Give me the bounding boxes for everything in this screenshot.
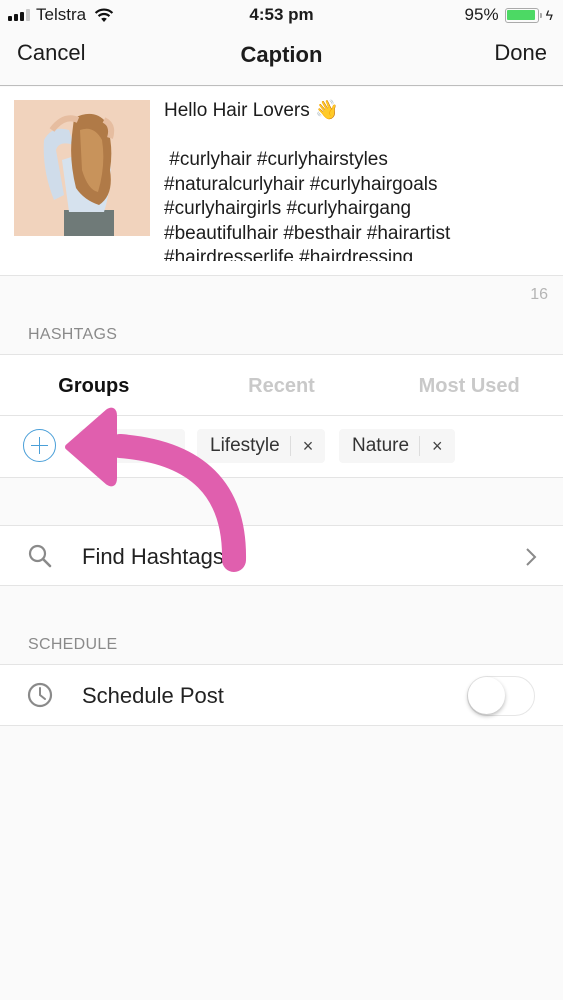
status-right: 95% ϟ (465, 5, 553, 25)
character-count: 16 (530, 286, 548, 303)
add-group-button[interactable] (23, 429, 56, 462)
hashtags-section-header: HASHTAGS (28, 326, 118, 343)
chip-label: Nature (339, 436, 421, 456)
battery-tip (539, 12, 542, 18)
hashtag-group-chip[interactable]: Nature × (339, 429, 455, 463)
schedule-post-toggle[interactable] (467, 676, 535, 716)
schedule-post-row: Schedule Post (0, 664, 563, 726)
remove-chip-icon[interactable]: × (291, 436, 326, 457)
cancel-button[interactable]: Cancel (17, 40, 85, 66)
find-hashtags-label: Find Hashtags (82, 544, 224, 569)
battery-fill (507, 10, 535, 20)
toggle-knob (468, 677, 505, 714)
charging-bolt-icon: ϟ (545, 7, 553, 23)
hashtag-groups-row: Lifestyle × Nature × (0, 416, 563, 478)
caption-input[interactable]: Hello Hair Lovers 👋 #curlyhair #curlyhai… (164, 99, 554, 261)
caption-editor: Hello Hair Lovers 👋 #curlyhair #curlyhai… (0, 87, 563, 276)
hashtag-tabs: Groups Recent Most Used (0, 354, 563, 416)
post-thumbnail[interactable] (14, 100, 150, 236)
chevron-right-icon (526, 548, 537, 566)
done-button[interactable]: Done (494, 40, 547, 66)
chip-label: Lifestyle (197, 436, 291, 456)
find-hashtags-row[interactable]: Find Hashtags (0, 525, 563, 586)
nav-bar: Cancel Caption Done (0, 30, 563, 86)
schedule-post-label: Schedule Post (82, 683, 224, 708)
search-icon (28, 544, 52, 568)
tab-recent[interactable]: Recent (188, 355, 376, 415)
hashtag-group-chip-hidden[interactable] (79, 429, 185, 463)
tab-groups[interactable]: Groups (0, 355, 188, 415)
schedule-section-header: SCHEDULE (28, 636, 118, 653)
hashtag-group-chip[interactable]: Lifestyle × (197, 429, 326, 463)
tab-most-used[interactable]: Most Used (375, 355, 563, 415)
clock-icon (27, 682, 53, 708)
status-bar: Telstra 4:53 pm 95% ϟ (0, 0, 563, 30)
battery-icon (504, 7, 539, 23)
battery-percent: 95% (464, 5, 499, 24)
remove-chip-icon[interactable]: × (420, 436, 455, 457)
thumbnail-image (14, 100, 150, 236)
